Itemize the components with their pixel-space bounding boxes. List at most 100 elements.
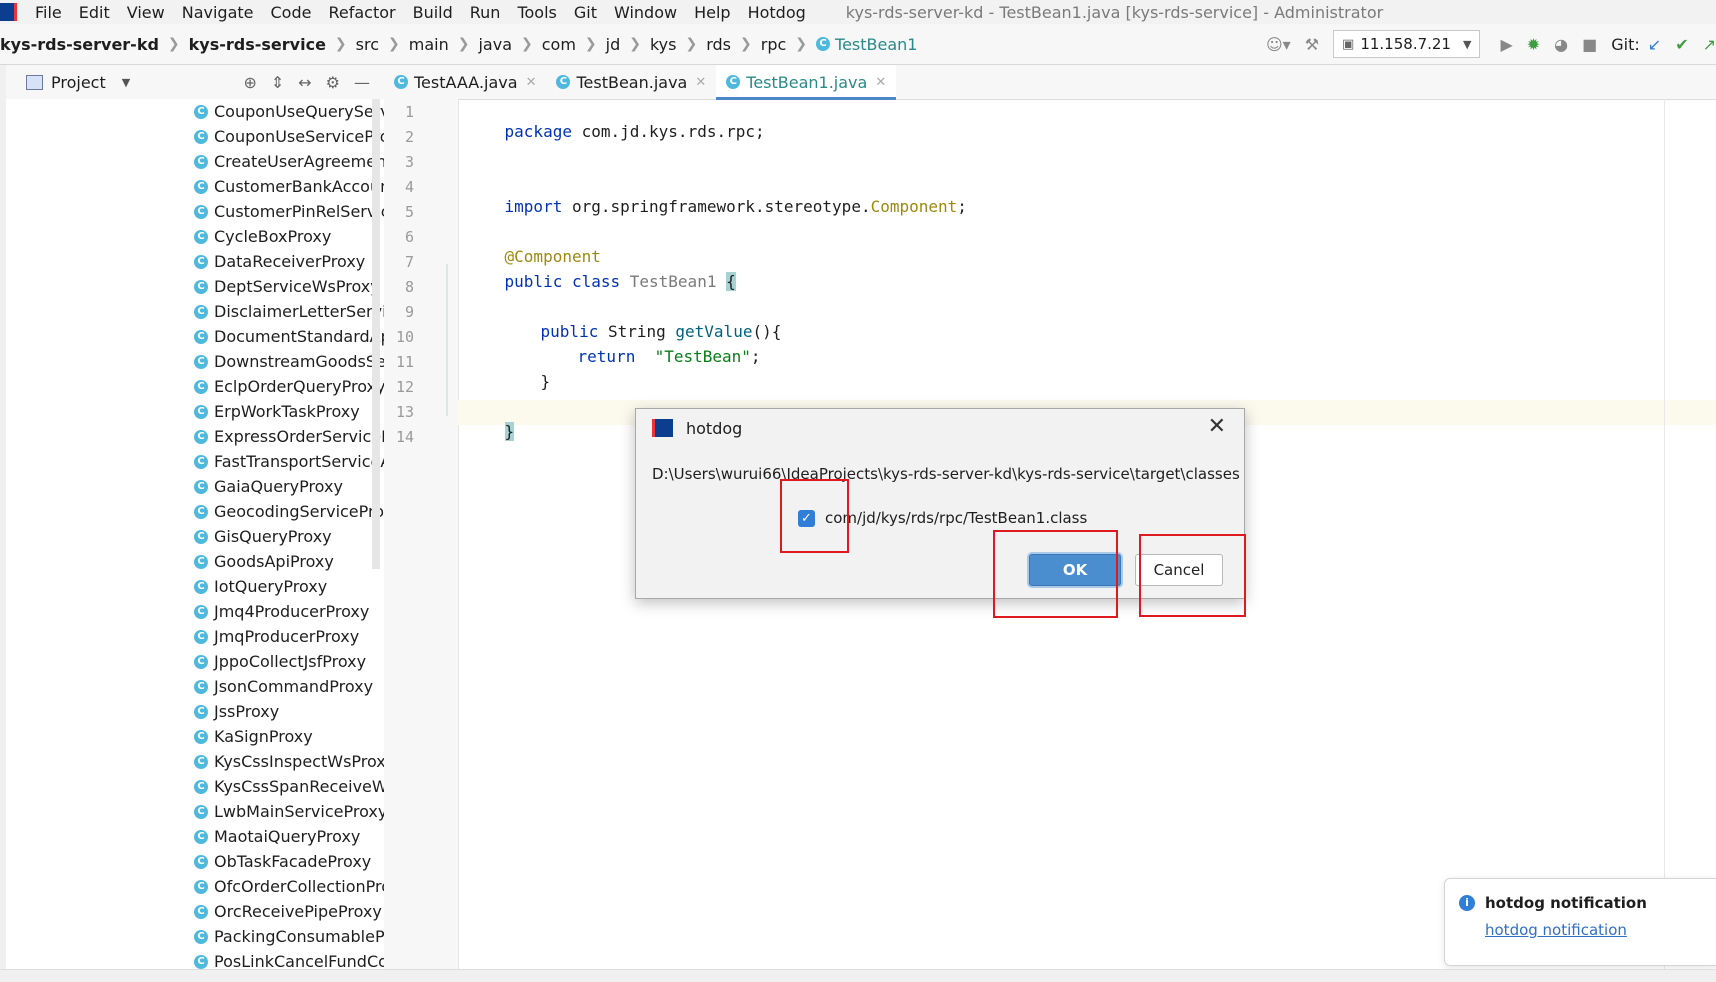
tree-item[interactable]: C GeocodingServiceProx [194,499,384,524]
notification-link[interactable]: hotdog notification [1485,921,1627,939]
tree-item[interactable]: C OfcOrderCollectionPro [194,874,384,899]
coverage-icon[interactable]: ◕ [1554,35,1568,54]
tree-item-label: DataReceiverProxy [214,252,366,271]
line-number: 13 [395,403,414,421]
fold-indicator [446,264,448,416]
tree-item[interactable]: C CouponUseServiceProx [194,124,384,149]
checkbox-label[interactable]: com/jd/kys/rds/rpc/TestBean1.class [825,509,1087,527]
run-icon[interactable]: ▶ [1500,35,1512,54]
tab-testaaa[interactable]: C TestAAA.java ✕ [384,65,546,99]
expand-all-icon[interactable]: ⇕ [271,73,284,92]
menu-edit[interactable]: Edit [79,3,110,22]
line-number: 12 [395,378,414,396]
breadcrumb-rds[interactable]: rds [706,35,731,54]
tree-item[interactable]: C CreateUserAgreement [194,149,384,174]
tree-item[interactable]: C KaSignProxy [194,724,384,749]
tree-item[interactable]: C PosLinkCancelFundColl [194,949,384,969]
tree-item[interactable]: C PackingConsumablePro [194,924,384,949]
chevron-down-icon[interactable]: ▼ [122,76,130,89]
tree-item[interactable]: C DisclaimerLetterService [194,299,384,324]
gear-icon[interactable]: ⚙ [326,73,340,92]
tree-item[interactable]: C EclpOrderQueryProxy [194,374,384,399]
tree-item[interactable]: C GisQueryProxy [194,524,384,549]
tree-item[interactable]: C CycleBoxProxy [194,224,384,249]
tree-item[interactable]: C KysCssSpanReceiveWh [194,774,384,799]
tree-item[interactable]: C MaotaiQueryProxy [194,824,384,849]
breadcrumb-project[interactable]: kys-rds-server-kd [0,35,159,54]
tree-item[interactable]: C ExpressOrderServicePr [194,424,384,449]
locate-icon[interactable]: ⊕ [243,73,256,92]
tree-item[interactable]: C OrcReceivePipeProxy [194,899,384,924]
stop-icon[interactable]: ■ [1582,35,1597,54]
menu-hotdog[interactable]: Hotdog [748,3,806,22]
tree-item[interactable]: C GaiaQueryProxy [194,474,384,499]
menu-code[interactable]: Code [271,3,312,22]
close-icon[interactable]: ✕ [526,75,537,90]
chevron-right-icon: ❯ [584,36,597,52]
navigation-bar: kys-rds-server-kd ❯ kys-rds-service ❯ sr… [0,24,1716,65]
tree-item[interactable]: C GoodsApiProxy [194,549,384,574]
breadcrumb-src[interactable]: src [356,35,379,54]
tree-item[interactable]: C ErpWorkTaskProxy [194,399,384,424]
tree-item[interactable]: C JmqProducerProxy [194,624,384,649]
git-commit-icon[interactable]: ✔ [1675,35,1688,54]
git-update-icon[interactable]: ↙ [1648,35,1661,54]
menu-help[interactable]: Help [694,3,730,22]
project-panel-title[interactable]: Project [51,73,106,92]
menu-tools[interactable]: Tools [517,3,556,22]
tree-item[interactable]: C IotQueryProxy [194,574,384,599]
user-icon[interactable]: ☺▾ [1266,35,1291,54]
tab-testbean[interactable]: C TestBean.java ✕ [546,65,716,99]
menu-run[interactable]: Run [470,3,501,22]
menu-view[interactable]: View [127,3,165,22]
notification-balloon: i hotdog notification hotdog notificatio… [1444,878,1716,966]
close-icon[interactable]: ✕ [695,75,706,90]
tab-testbean1[interactable]: C TestBean1.java ✕ [716,65,897,100]
tree-item[interactable]: C ObTaskFacadeProxy [194,849,384,874]
tree-item[interactable]: C FastTransportServiceAp [194,449,384,474]
breadcrumb-module[interactable]: kys-rds-service [189,35,326,54]
tree-item[interactable]: C JsonCommandProxy [194,674,384,699]
git-push-icon[interactable]: ↗ [1703,35,1716,54]
class-icon: C [194,829,208,844]
debug-icon[interactable]: ✹ [1527,35,1540,54]
breadcrumb-kys[interactable]: kys [650,35,677,54]
class-icon: C [726,75,741,89]
menu-file[interactable]: File [35,3,62,22]
hammer-icon[interactable]: ⚒ [1305,35,1319,54]
menu-git[interactable]: Git [574,3,597,22]
class-icon: C [194,629,208,644]
tree-item-label: CreateUserAgreement [214,152,384,171]
close-icon[interactable]: ✕ [875,75,886,90]
tree-item[interactable]: C CustomerBankAccount [194,174,384,199]
class-icon: C [194,929,208,944]
run-configuration-select[interactable]: ▣ 11.158.7.21 ▼ [1333,30,1481,58]
menu-window[interactable]: Window [614,3,677,22]
breadcrumb-java[interactable]: java [478,35,512,54]
collapse-all-icon[interactable]: ↔ [298,73,311,92]
tree-item[interactable]: C Jmq4ProducerProxy [194,599,384,624]
tree-item[interactable]: C JssProxy [194,699,384,724]
tree-item[interactable]: C CustomerPinRelService [194,199,384,224]
tree-item[interactable]: C DeptServiceWsProxy [194,274,384,299]
breadcrumb-jd[interactable]: jd [606,35,621,54]
tree-item[interactable]: C DocumentStandardApi [194,324,384,349]
breadcrumb-main[interactable]: main [409,35,449,54]
menu-refactor[interactable]: Refactor [328,3,395,22]
breadcrumb-file[interactable]: TestBean1 [835,35,917,54]
tree-item[interactable]: C DownstreamGoodsServ [194,349,384,374]
class-icon: C [194,329,208,344]
breadcrumb-rpc[interactable]: rpc [761,35,787,54]
menu-navigate[interactable]: Navigate [182,3,254,22]
tree-scrollbar[interactable] [372,99,380,569]
tree-item[interactable]: C KysCssInspectWsProxy [194,749,384,774]
tree-item[interactable]: C CouponUseQueryServi [194,99,384,124]
tree-item[interactable]: C LwbMainServiceProxy [194,799,384,824]
close-icon[interactable]: ✕ [1208,414,1226,439]
tree-item[interactable]: C JppoCollectJsfProxy [194,649,384,674]
tree-item[interactable]: C DataReceiverProxy [194,249,384,274]
code-line-13: } [466,403,515,460]
minimize-icon[interactable]: — [354,73,370,92]
breadcrumb-com[interactable]: com [542,35,576,54]
menu-build[interactable]: Build [413,3,453,22]
